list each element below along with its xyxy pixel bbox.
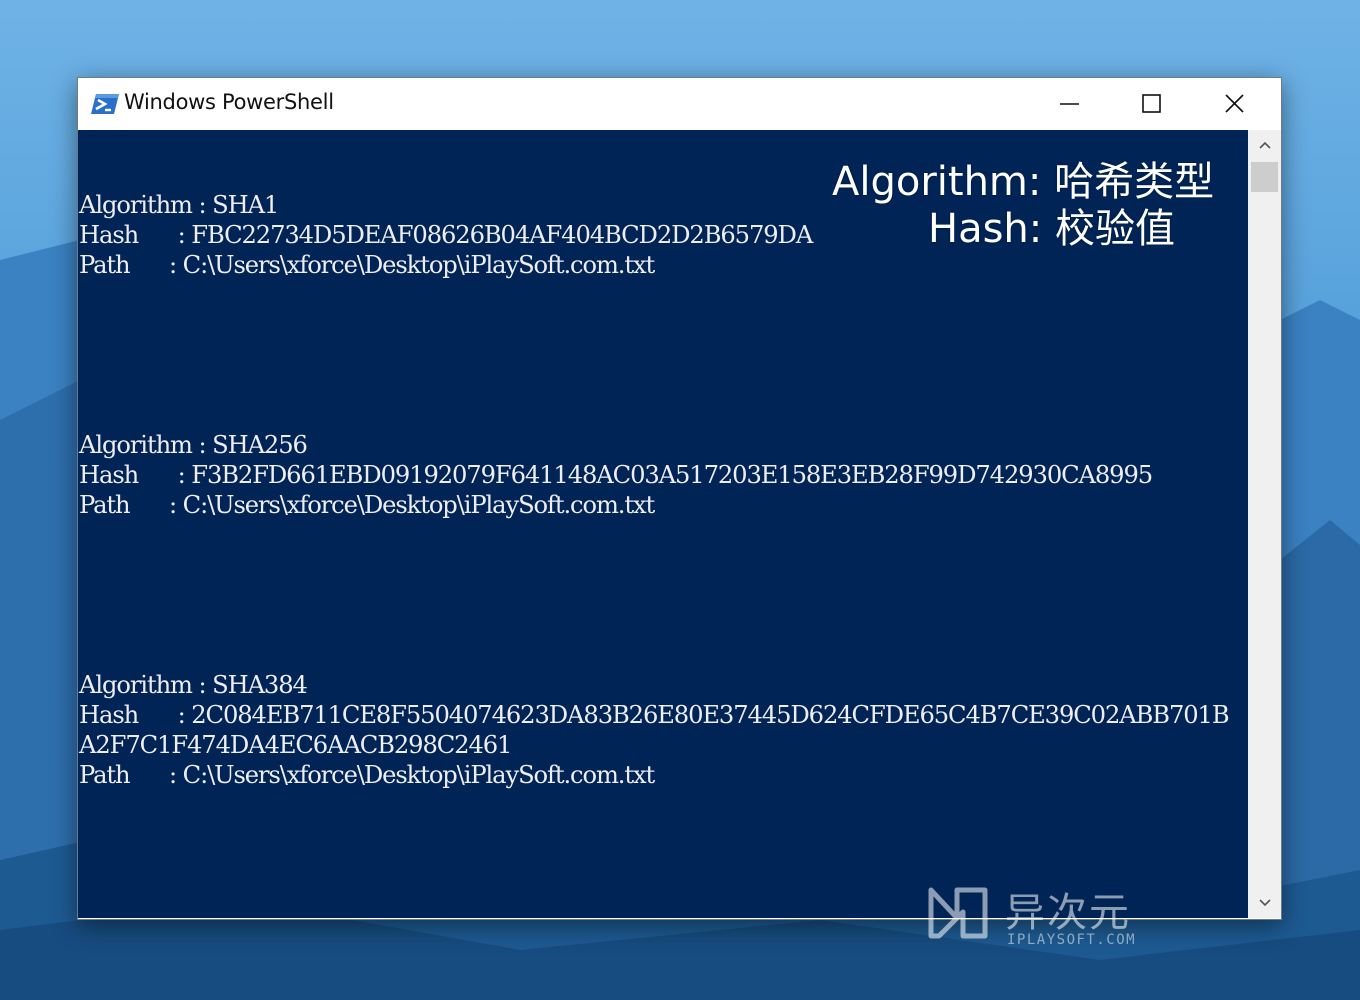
minimize-icon xyxy=(1060,103,1079,105)
console-line-path: Path : C:\Users\xforce\Desktop\iPlaySoft… xyxy=(79,761,655,789)
console-line-algorithm-sha256: Algorithm : SHA256 xyxy=(79,431,308,459)
console-line-algorithm-sha384: Algorithm : SHA384 xyxy=(79,671,308,699)
console-line-path: Path : C:\Users\xforce\Desktop\iPlaySoft… xyxy=(79,491,655,519)
watermark-domain: IPLAYSOFT.COM xyxy=(1007,932,1137,948)
powershell-icon xyxy=(90,92,120,116)
chevron-down-icon xyxy=(1259,899,1271,907)
console-line-hash-sha1: Hash : FBC22734D5DEAF08626B04AF404BCD2D2… xyxy=(79,221,813,249)
close-icon xyxy=(1225,94,1244,113)
iplaysoft-logo-icon xyxy=(928,887,988,939)
maximize-icon xyxy=(1142,94,1161,113)
title-bar[interactable]: Windows PowerShell xyxy=(78,78,1281,130)
close-button[interactable] xyxy=(1195,78,1275,130)
scroll-down-button[interactable] xyxy=(1248,888,1281,918)
console-line-hash-sha256: Hash : F3B2FD661EBD09192079F641148AC03A5… xyxy=(79,461,1153,489)
watermark: 异次元 IPLAYSOFT.COM xyxy=(925,880,1155,950)
scrollbar-thumb[interactable] xyxy=(1251,162,1278,192)
maximize-button[interactable] xyxy=(1112,78,1192,130)
console-line-hash-sha384-continued: A2F7C1F474DA4EC6AACB298C2461 xyxy=(79,731,512,759)
annotation-hash: Hash: 校验值 xyxy=(928,206,1175,252)
chevron-up-icon xyxy=(1259,141,1271,149)
minimize-button[interactable] xyxy=(1030,78,1110,130)
annotation-algorithm: Algorithm: 哈希类型 xyxy=(832,159,1215,205)
scroll-up-button[interactable] xyxy=(1248,130,1281,160)
vertical-scrollbar[interactable] xyxy=(1248,130,1281,918)
watermark-name: 异次元 xyxy=(1005,890,1131,936)
console-line-algorithm-sha1: Algorithm : SHA1 xyxy=(79,191,279,219)
console-line-hash-sha384: Hash : 2C084EB711CE8F5504074623DA83B26E8… xyxy=(79,701,1230,729)
window-title: Windows PowerShell xyxy=(124,90,334,114)
console-line-path: Path : C:\Users\xforce\Desktop\iPlaySoft… xyxy=(79,251,655,279)
